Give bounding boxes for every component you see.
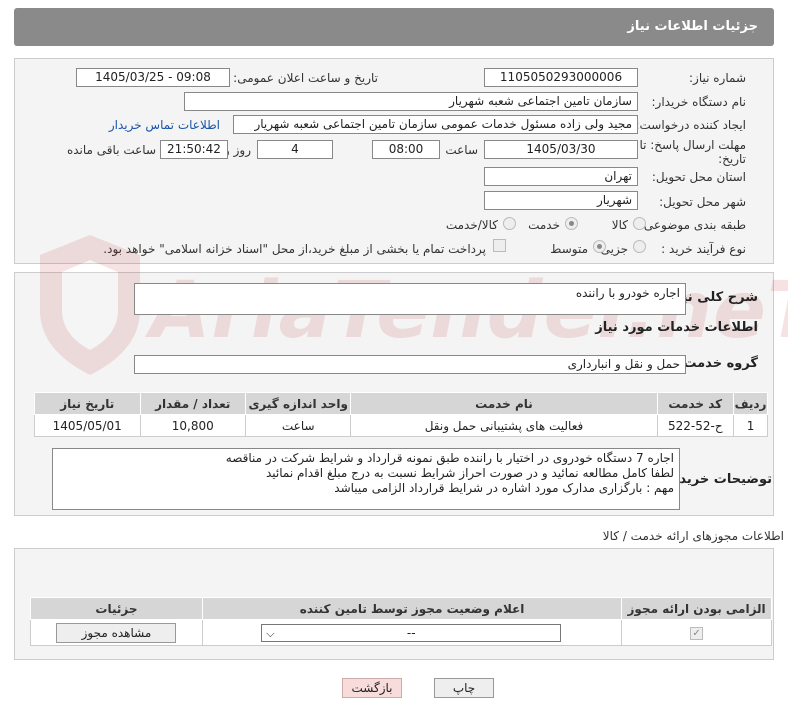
days-remaining-field: 4 <box>257 140 333 159</box>
cell-unit: ساعت <box>244 414 352 437</box>
buyer-org-field: سازمان تامین اجتماعی شعبه شهریار <box>184 92 638 111</box>
category-radio-goods-service[interactable] <box>503 217 516 230</box>
required-checkbox: ✓ <box>690 627 704 640</box>
deadline-time-label: ساعت <box>445 143 478 157</box>
services-title: اطلاعات خدمات مورد نیاز <box>595 320 758 335</box>
view-license-button[interactable]: مشاهده مجوز <box>56 622 177 643</box>
col-unit-header: واحد اندازه گیری <box>244 392 352 415</box>
licenses-table: الزامی بودن ارائه مجوز اعلام وضعیت مجوز … <box>30 597 772 646</box>
print-button[interactable]: چاپ <box>434 678 494 698</box>
cell-row: 1 <box>733 414 768 437</box>
cell-name: فعالیت های پشتیبانی حمل ونقل <box>350 414 658 437</box>
days-label: روز و <box>224 143 251 157</box>
service-group-field: حمل و نقل و انبارداری <box>134 355 686 374</box>
cell-details: مشاهده مجوز <box>30 619 203 646</box>
remaining-time-label: ساعت باقی مانده <box>66 143 156 157</box>
announce-date-field: 1405/03/25 - 09:08 <box>76 68 230 87</box>
need-number-label: شماره نیاز: <box>689 71 746 85</box>
col-details-header: جزئیات <box>30 597 203 620</box>
license-status-value: -- <box>406 626 416 640</box>
cell-required: ✓ <box>621 619 772 646</box>
category-option-service: خدمت <box>528 218 560 232</box>
need-number-field: 1105050293000006 <box>484 68 638 87</box>
col-required-header: الزامی بودن ارائه مجوز <box>621 597 772 620</box>
service-group-label: گروه خدمت: <box>678 356 758 371</box>
process-radio-minor[interactable] <box>633 240 646 253</box>
services-table-header: ردیف کد خدمت نام خدمت واحد اندازه گیری ت… <box>34 392 768 415</box>
process-option-medium: متوسط <box>550 242 588 256</box>
announce-date-label: تاریخ و ساعت اعلان عمومی: <box>233 71 378 85</box>
back-button[interactable]: بازگشت <box>342 678 402 698</box>
col-row-header: ردیف <box>733 392 768 415</box>
summary-field: اجاره خودرو با راننده <box>134 283 686 315</box>
category-option-goods: کالا <box>611 218 628 232</box>
deadline-date-label: تاریخ: <box>718 152 746 166</box>
category-radio-service[interactable] <box>565 217 578 230</box>
col-name-header: نام خدمت <box>350 392 658 415</box>
col-date-header: تاریخ نیاز <box>34 392 141 415</box>
col-status-header: اعلام وضعیت مجوز توسط تامین کننده <box>201 597 623 620</box>
cell-quantity: 10,800 <box>139 414 246 437</box>
treasury-payment-note: پرداخت تمام یا بخشی از مبلغ خرید،از محل … <box>103 242 486 256</box>
col-code-header: کد خدمت <box>656 392 735 415</box>
license-status-select[interactable]: -- ⌵ <box>261 624 562 642</box>
city-field: شهریار <box>484 191 638 210</box>
need-details-panel <box>14 58 774 264</box>
category-option-goods-service: کالا/خدمت <box>445 218 498 232</box>
province-field: تهران <box>484 167 638 186</box>
services-table: ردیف کد خدمت نام خدمت واحد اندازه گیری ت… <box>34 392 768 437</box>
cell-code: ح-52-522 <box>656 414 735 437</box>
licenses-section-title: اطلاعات مجوزهای ارائه خدمت / کالا <box>602 529 784 543</box>
remaining-time-field: 21:50:42 <box>160 140 228 159</box>
deadline-time-field: 08:00 <box>372 140 440 159</box>
category-radio-goods[interactable] <box>633 217 646 230</box>
process-label: نوع فرآیند خرید : <box>661 242 746 256</box>
table-row: ✓ -- ⌵ مشاهده مجوز <box>30 619 772 646</box>
process-radio-medium[interactable] <box>593 240 606 253</box>
cell-date: 1405/05/01 <box>34 414 141 437</box>
category-label: طبقه بندی موضوعی: <box>639 218 746 232</box>
deadline-label: مهلت ارسال پاسخ: تا <box>639 138 746 152</box>
buyer-contact-link[interactable]: اطلاعات تماس خریدار <box>109 118 220 132</box>
province-label: استان محل تحویل: <box>651 170 746 184</box>
table-row: 1 ح-52-522 فعالیت های پشتیبانی حمل ونقل … <box>34 414 768 437</box>
creator-label: ایجاد کننده درخواست: <box>635 118 746 132</box>
city-label: شهر محل تحویل: <box>659 195 746 209</box>
page-title: جزئیات اطلاعات نیاز <box>14 8 774 46</box>
cell-status: -- ⌵ <box>201 619 623 646</box>
licenses-table-header: الزامی بودن ارائه مجوز اعلام وضعیت مجوز … <box>30 597 772 620</box>
buyer-notes-field: اجاره 7 دستگاه خودروی در اختیار با رانند… <box>52 448 680 510</box>
col-quantity-header: تعداد / مقدار <box>139 392 246 415</box>
treasury-payment-checkbox[interactable] <box>493 239 506 252</box>
deadline-date-field: 1405/03/30 <box>484 140 638 159</box>
chevron-down-icon: ⌵ <box>266 627 275 640</box>
creator-field: مجید ولی زاده مسئول خدمات عمومی سازمان ت… <box>233 115 638 134</box>
buyer-org-label: نام دستگاه خریدار: <box>651 95 747 109</box>
